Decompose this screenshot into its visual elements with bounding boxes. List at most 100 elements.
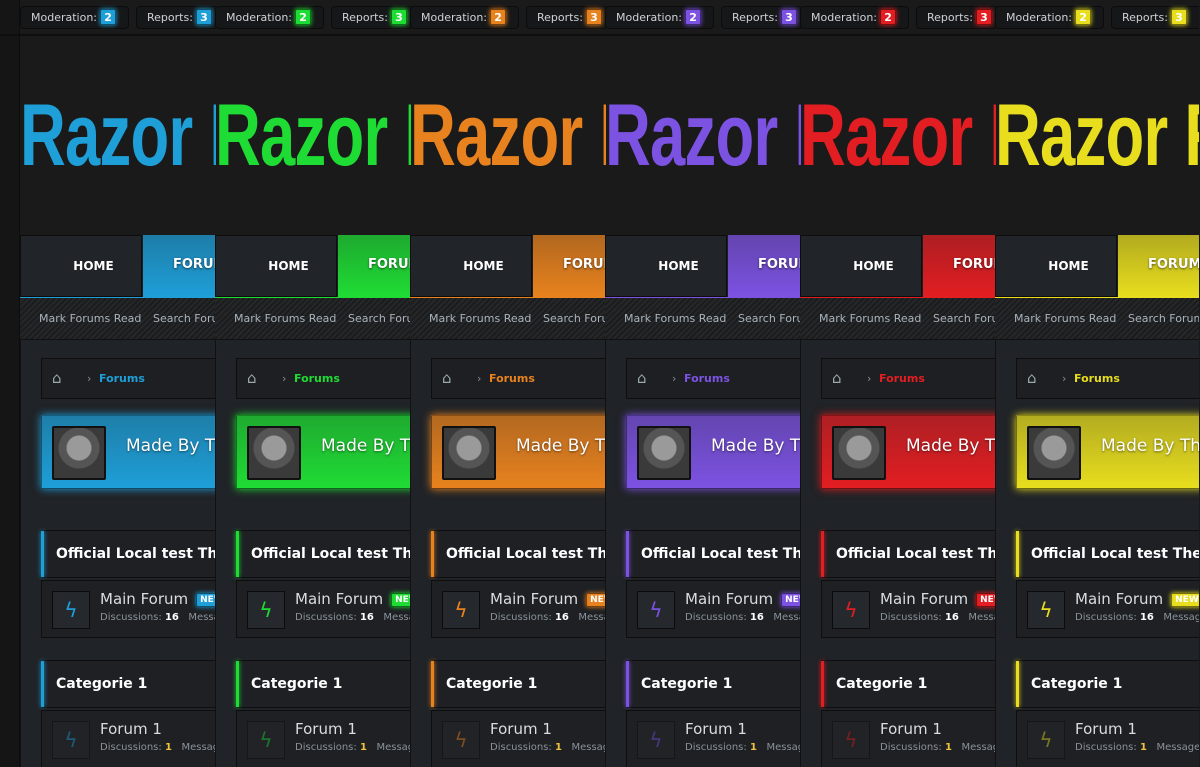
home-icon[interactable]: ⌂ (52, 359, 62, 398)
forum-stats: Discussions: 1 Messages (295, 742, 411, 753)
moderation-link[interactable]: Moderation: 2 (995, 6, 1104, 29)
messages-label: Messages (1163, 612, 1199, 623)
tab-home[interactable]: HOME (215, 235, 337, 297)
site-logo[interactable]: Razor R (800, 90, 996, 180)
sub-nav: Mark Forums Read Search Forums (20, 297, 216, 340)
site-logo[interactable]: Razor R (20, 90, 216, 180)
tab-forums[interactable]: FORUMS (1118, 235, 1199, 297)
category-header[interactable]: Categorie 1 (431, 660, 606, 708)
forum-stats: Discussions: 16 Messages (490, 612, 606, 623)
home-icon[interactable]: ⌂ (1027, 359, 1037, 398)
category-header[interactable]: Categorie 1 (41, 660, 216, 708)
forum-title-link[interactable]: Main Forum (490, 590, 578, 608)
forum-row: ϟ Forum 1 Discussions: 1 Messages (626, 710, 801, 767)
main-nav: HOME FORUMS (410, 235, 606, 297)
moderation-link[interactable]: Moderation: 2 (605, 6, 714, 29)
moderation-link[interactable]: Moderation: 2 (800, 6, 909, 29)
discussions-count: 16 (164, 612, 179, 623)
site-logo[interactable]: Razor R (605, 90, 801, 180)
reports-link[interactable]: Reports: 3 (136, 6, 216, 29)
breadcrumb: ⌂ › Forums (626, 358, 801, 399)
site-logo[interactable]: Razor R (995, 90, 1199, 180)
discussions-label: Discussions: (685, 742, 747, 753)
category-header[interactable]: Official Local test Themes (1016, 530, 1199, 578)
category-header[interactable]: Categorie 1 (236, 660, 411, 708)
tab-forums[interactable]: FORUMS (143, 235, 216, 297)
tab-home[interactable]: HOME (800, 235, 922, 297)
breadcrumb-forums[interactable]: Forums (1074, 359, 1120, 398)
home-icon[interactable]: ⌂ (247, 359, 257, 398)
reports-link[interactable]: Reports: 3 (916, 6, 996, 29)
moderation-link[interactable]: Moderation: 2 (20, 6, 129, 29)
breadcrumb-forums[interactable]: Forums (489, 359, 535, 398)
site-logo[interactable]: Razor R (410, 90, 606, 180)
breadcrumb-forums[interactable]: Forums (99, 359, 145, 398)
tab-home[interactable]: HOME (995, 235, 1117, 297)
home-icon[interactable]: ⌂ (442, 359, 452, 398)
moderation-link[interactable]: Moderation: 2 (215, 6, 324, 29)
tab-forums[interactable]: FORUMS (338, 235, 411, 297)
forum-stats: Discussions: 1 Messages (100, 742, 216, 753)
new-badge: NEW (586, 593, 606, 607)
reports-link[interactable]: Reports: 3 (721, 6, 801, 29)
forum-title-link[interactable]: Main Forum (685, 590, 773, 608)
moderation-label: Moderation: (811, 11, 878, 24)
category-header[interactable]: Official Local test Themes (431, 530, 606, 578)
site-logo[interactable]: Razor R (215, 90, 411, 180)
tab-home[interactable]: HOME (20, 235, 142, 297)
discussions-label: Discussions: (295, 742, 357, 753)
search-forums-link[interactable]: Search Forums (543, 298, 606, 340)
forum-title-link[interactable]: Forum 1 (1075, 720, 1137, 738)
new-badge: NEW (196, 593, 216, 607)
mark-forums-read-link[interactable]: Mark Forums Read (1014, 298, 1116, 340)
forum-title-link[interactable]: Main Forum (1075, 590, 1163, 608)
reports-link[interactable]: Reports: 3 (526, 6, 606, 29)
category-header[interactable]: Categorie 1 (1016, 660, 1199, 708)
forum-row: ϟ Main Forum NEW Discussions: 16 Messages (1016, 580, 1199, 638)
breadcrumb-forums[interactable]: Forums (879, 359, 925, 398)
mark-forums-read-link[interactable]: Mark Forums Read (39, 298, 141, 340)
logo-text-next: R (1184, 85, 1199, 184)
category-header[interactable]: Official Local test Themes (41, 530, 216, 578)
lightning-bolt-icon: ϟ (442, 721, 480, 759)
category-header[interactable]: Official Local test Themes (821, 530, 996, 578)
search-forums-link[interactable]: Search Forums (348, 298, 411, 340)
forum-title-link[interactable]: Forum 1 (880, 720, 942, 738)
category-header[interactable]: Official Local test Themes (626, 530, 801, 578)
search-forums-link[interactable]: Search Forums (153, 298, 216, 340)
forum-title-link[interactable]: Forum 1 (100, 720, 162, 738)
search-forums-link[interactable]: Search Forums (933, 298, 996, 340)
mark-forums-read-link[interactable]: Mark Forums Read (234, 298, 336, 340)
search-forums-link[interactable]: Search Forums (1128, 298, 1199, 340)
category-header[interactable]: Categorie 1 (821, 660, 996, 708)
search-forums-link[interactable]: Search Forums (738, 298, 801, 340)
mark-forums-read-link[interactable]: Mark Forums Read (429, 298, 531, 340)
mark-forums-read-link[interactable]: Mark Forums Read (624, 298, 726, 340)
home-icon[interactable]: ⌂ (832, 359, 842, 398)
forum-title-link[interactable]: Forum 1 (490, 720, 552, 738)
home-icon[interactable]: ⌂ (637, 359, 647, 398)
sub-nav: Mark Forums Read Search Forums (410, 297, 606, 340)
reports-label: Reports: (537, 11, 583, 24)
category-header[interactable]: Categorie 1 (626, 660, 801, 708)
category-title: Categorie 1 (836, 676, 928, 692)
tab-forums[interactable]: FORUMS (728, 235, 801, 297)
tab-home[interactable]: HOME (605, 235, 727, 297)
category-header[interactable]: Official Local test Themes (236, 530, 411, 578)
tab-forums[interactable]: FORUMS (923, 235, 996, 297)
breadcrumb-forums[interactable]: Forums (684, 359, 730, 398)
main-nav: HOME FORUMS (605, 235, 801, 297)
tab-forums[interactable]: FORUMS (533, 235, 606, 297)
forum-title-link[interactable]: Main Forum (880, 590, 968, 608)
reports-label: Reports: (732, 11, 778, 24)
forum-title-link[interactable]: Forum 1 (295, 720, 357, 738)
tab-home[interactable]: HOME (410, 235, 532, 297)
reports-link[interactable]: Reports: 3 (1111, 6, 1199, 29)
forum-title-link[interactable]: Forum 1 (685, 720, 747, 738)
mark-forums-read-link[interactable]: Mark Forums Read (819, 298, 921, 340)
forum-title-link[interactable]: Main Forum (100, 590, 188, 608)
reports-link[interactable]: Reports: 3 (331, 6, 411, 29)
breadcrumb-forums[interactable]: Forums (294, 359, 340, 398)
moderation-link[interactable]: Moderation: 2 (410, 6, 519, 29)
forum-title-link[interactable]: Main Forum (295, 590, 383, 608)
